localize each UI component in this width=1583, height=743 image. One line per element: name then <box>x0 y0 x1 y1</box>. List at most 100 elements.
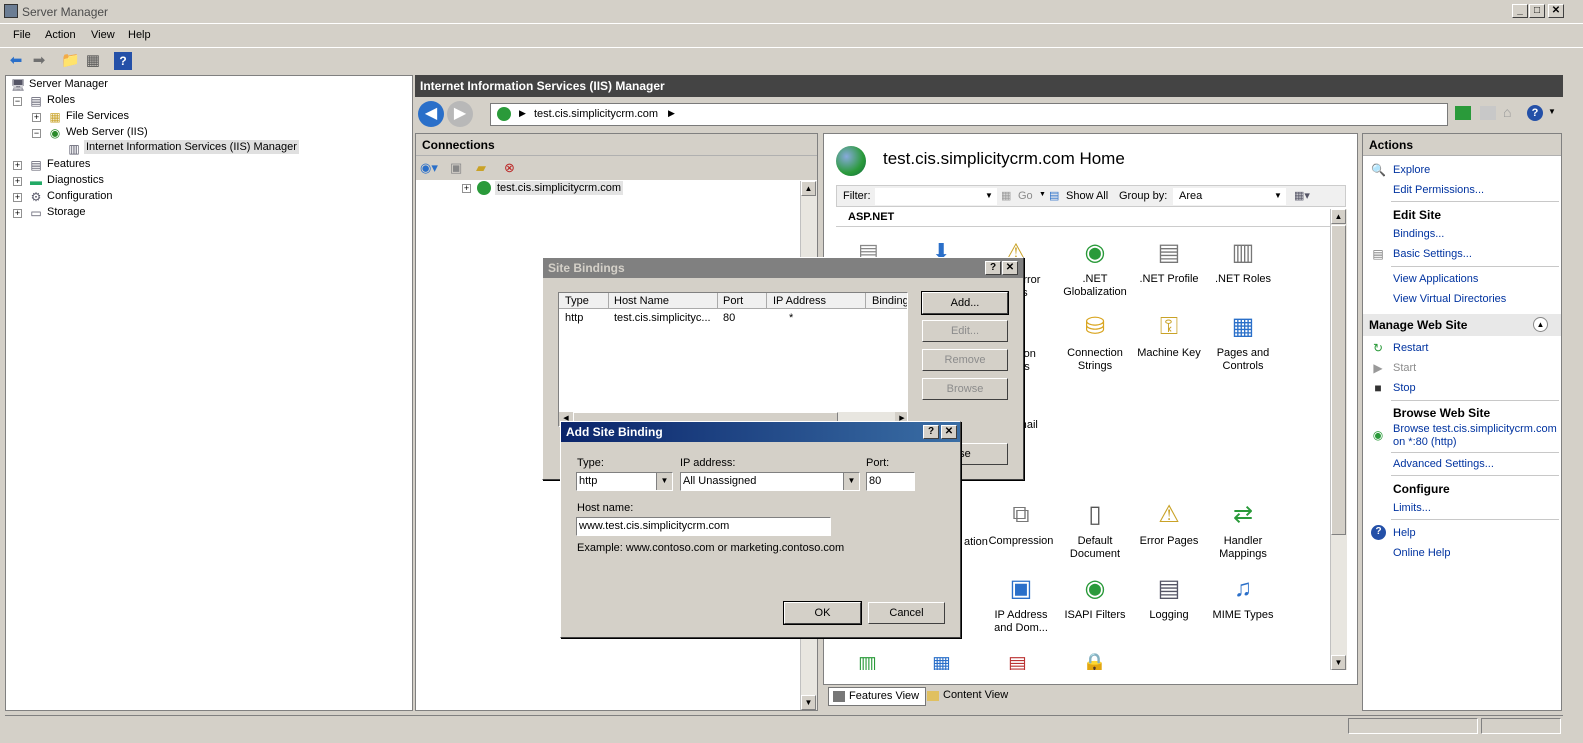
go-icon[interactable]: ▦ <box>1001 189 1011 202</box>
bindings-list[interactable]: Type Host Name Port IP Address Binding h… <box>558 292 908 427</box>
chevron-down-icon[interactable]: ▼ <box>1039 191 1046 198</box>
browse-button[interactable]: Browse <box>922 378 1008 400</box>
port-input[interactable]: 80 <box>866 472 915 491</box>
help-button[interactable]: ? <box>923 425 939 439</box>
help-button[interactable]: ? <box>985 261 1001 275</box>
collapse-icon[interactable]: − <box>13 97 22 106</box>
scroll-up-button[interactable]: ▲ <box>801 181 816 196</box>
connection-site[interactable]: test.cis.simplicitycrm.com <box>495 181 624 195</box>
chevron-down-icon[interactable]: ▼ <box>656 473 672 490</box>
up-folder-icon[interactable]: ▰ <box>476 160 486 176</box>
expand-icon[interactable]: + <box>462 184 471 193</box>
help-link[interactable]: Help <box>1393 527 1416 539</box>
explore-link[interactable]: Explore <box>1393 164 1430 176</box>
browse-site-link[interactable]: Browse test.cis.simplicitycrm.com <box>1393 423 1557 435</box>
feature-net-roles[interactable]: ▥ .NET Roles <box>1203 237 1283 286</box>
table-row[interactable]: http test.cis.simplicityc... 80 * <box>559 311 907 327</box>
feature-connection-strings[interactable]: ⛁ Connection Strings <box>1055 311 1135 373</box>
column-binding[interactable]: Binding <box>872 295 907 307</box>
restart-link[interactable]: Restart <box>1393 342 1428 354</box>
column-ip-address[interactable]: IP Address <box>773 295 826 307</box>
tree-item-iis-manager[interactable]: Internet Information Services (IIS) Mana… <box>84 140 299 154</box>
tree-item-configuration[interactable]: Configuration <box>47 190 112 202</box>
expand-icon[interactable]: + <box>13 209 22 218</box>
menu-view[interactable]: View <box>91 29 115 41</box>
close-button[interactable]: ✕ <box>941 425 957 439</box>
ok-button[interactable]: OK <box>783 601 862 625</box>
tree-item-web-server[interactable]: Web Server (IIS) <box>66 126 148 138</box>
address-segment[interactable]: test.cis.simplicitycrm.com <box>534 108 658 120</box>
feature-pages-and-controls[interactable]: ▦ Pages and Controls <box>1203 311 1283 373</box>
features-scrollbar[interactable]: ▲ ▼ <box>1330 209 1347 670</box>
cancel-button[interactable]: Cancel <box>868 602 945 624</box>
filter-input[interactable]: ▼ <box>875 188 997 205</box>
view-mode-icon[interactable]: ▦▾ <box>1294 189 1310 202</box>
save-icon[interactable]: ▣ <box>450 160 462 176</box>
menu-action[interactable]: Action <box>45 29 76 41</box>
tree-item-storage[interactable]: Storage <box>47 206 86 218</box>
host-name-input[interactable]: www.test.cis.simplicitycrm.com <box>576 517 831 536</box>
column-port[interactable]: Port <box>723 295 743 307</box>
feature-default-document[interactable]: ▯ Default Document <box>1055 499 1135 561</box>
collapse-icon[interactable]: ▲ <box>1533 317 1548 332</box>
scroll-down-button[interactable]: ▼ <box>1331 655 1346 670</box>
feature-net-profile[interactable]: ▤ .NET Profile <box>1129 237 1209 286</box>
back-button[interactable]: ◀ <box>418 101 444 127</box>
feature-error-pages[interactable]: ⚠ Error Pages <box>1129 499 1209 548</box>
minimize-button[interactable]: _ <box>1512 4 1528 18</box>
view-applications-link[interactable]: View Applications <box>1393 273 1478 285</box>
feature-compression[interactable]: ⧉ Compression <box>981 499 1061 548</box>
content-view-tab[interactable]: Content View <box>925 687 1014 706</box>
chevron-down-icon[interactable]: ▼ <box>1548 107 1556 116</box>
close-button[interactable]: ✕ <box>1002 261 1018 275</box>
add-button[interactable]: Add... <box>921 291 1009 315</box>
maximize-button[interactable]: □ <box>1529 4 1545 18</box>
disconnect-icon[interactable]: ⊗ <box>504 160 515 176</box>
feature-ip-address[interactable]: ▣ IP Address and Dom... <box>981 573 1061 635</box>
back-arrow-icon[interactable]: ⬅ <box>7 52 25 70</box>
scroll-down-button[interactable]: ▼ <box>801 695 816 710</box>
expand-icon[interactable]: + <box>13 161 22 170</box>
feature-handler-mappings[interactable]: ⇄ Handler Mappings <box>1203 499 1283 561</box>
collapse-icon[interactable]: − <box>32 129 41 138</box>
forward-button[interactable]: ▶ <box>447 101 473 127</box>
start-link[interactable]: Start <box>1393 362 1416 374</box>
advanced-settings-link[interactable]: Advanced Settings... <box>1393 458 1494 470</box>
edit-permissions-link[interactable]: Edit Permissions... <box>1393 184 1484 196</box>
chevron-down-icon[interactable]: ▼ <box>843 473 859 490</box>
limits-link[interactable]: Limits... <box>1393 502 1431 514</box>
show-all-button[interactable]: Show All <box>1066 190 1108 202</box>
expand-icon[interactable]: + <box>32 113 41 122</box>
features-view-tab[interactable]: Features View <box>828 687 927 706</box>
remove-button[interactable]: Remove <box>922 349 1008 371</box>
forward-arrow-icon[interactable]: ➡ <box>30 52 48 70</box>
home-icon[interactable]: ⌂ <box>1503 104 1511 120</box>
scroll-up-button[interactable]: ▲ <box>1331 209 1346 224</box>
column-type[interactable]: Type <box>565 295 589 307</box>
feature-machine-key[interactable]: ⚿ Machine Key <box>1129 311 1209 360</box>
close-button[interactable]: ✕ <box>1548 4 1564 18</box>
menu-file[interactable]: File <box>13 29 31 41</box>
expand-icon[interactable]: + <box>13 193 22 202</box>
manage-web-site-header[interactable]: Manage Web Site ▲ <box>1363 314 1561 336</box>
bindings-link[interactable]: Bindings... <box>1393 228 1444 240</box>
tree-item-file-services[interactable]: File Services <box>66 110 129 122</box>
column-host-name[interactable]: Host Name <box>614 295 669 307</box>
ip-address-select[interactable]: All Unassigned ▼ <box>680 472 860 491</box>
edit-button[interactable]: Edit... <box>922 320 1008 342</box>
type-select[interactable]: http ▼ <box>576 472 673 491</box>
stop-link[interactable]: Stop <box>1393 382 1416 394</box>
group-by-select[interactable]: Area ▼ <box>1173 188 1286 205</box>
refresh-icon[interactable] <box>1455 106 1471 120</box>
view-virtual-directories-link[interactable]: View Virtual Directories <box>1393 293 1506 305</box>
connect-icon[interactable]: ◉▾ <box>420 160 438 176</box>
tree-item-roles[interactable]: Roles <box>47 94 75 106</box>
feature-net-globalization[interactable]: ◉ .NET Globalization <box>1055 237 1135 299</box>
feature-mime-types[interactable]: ♫ MIME Types <box>1203 573 1283 622</box>
show-hide-console-icon[interactable]: ▦ <box>84 52 102 70</box>
feature-isapi-filters[interactable]: ◉ ISAPI Filters <box>1055 573 1135 622</box>
tree-item-diagnostics[interactable]: Diagnostics <box>47 174 104 186</box>
browse-site-link-port[interactable]: on *:80 (http) <box>1393 436 1457 448</box>
stop-icon[interactable] <box>1480 106 1496 120</box>
go-button[interactable]: Go <box>1018 190 1033 202</box>
